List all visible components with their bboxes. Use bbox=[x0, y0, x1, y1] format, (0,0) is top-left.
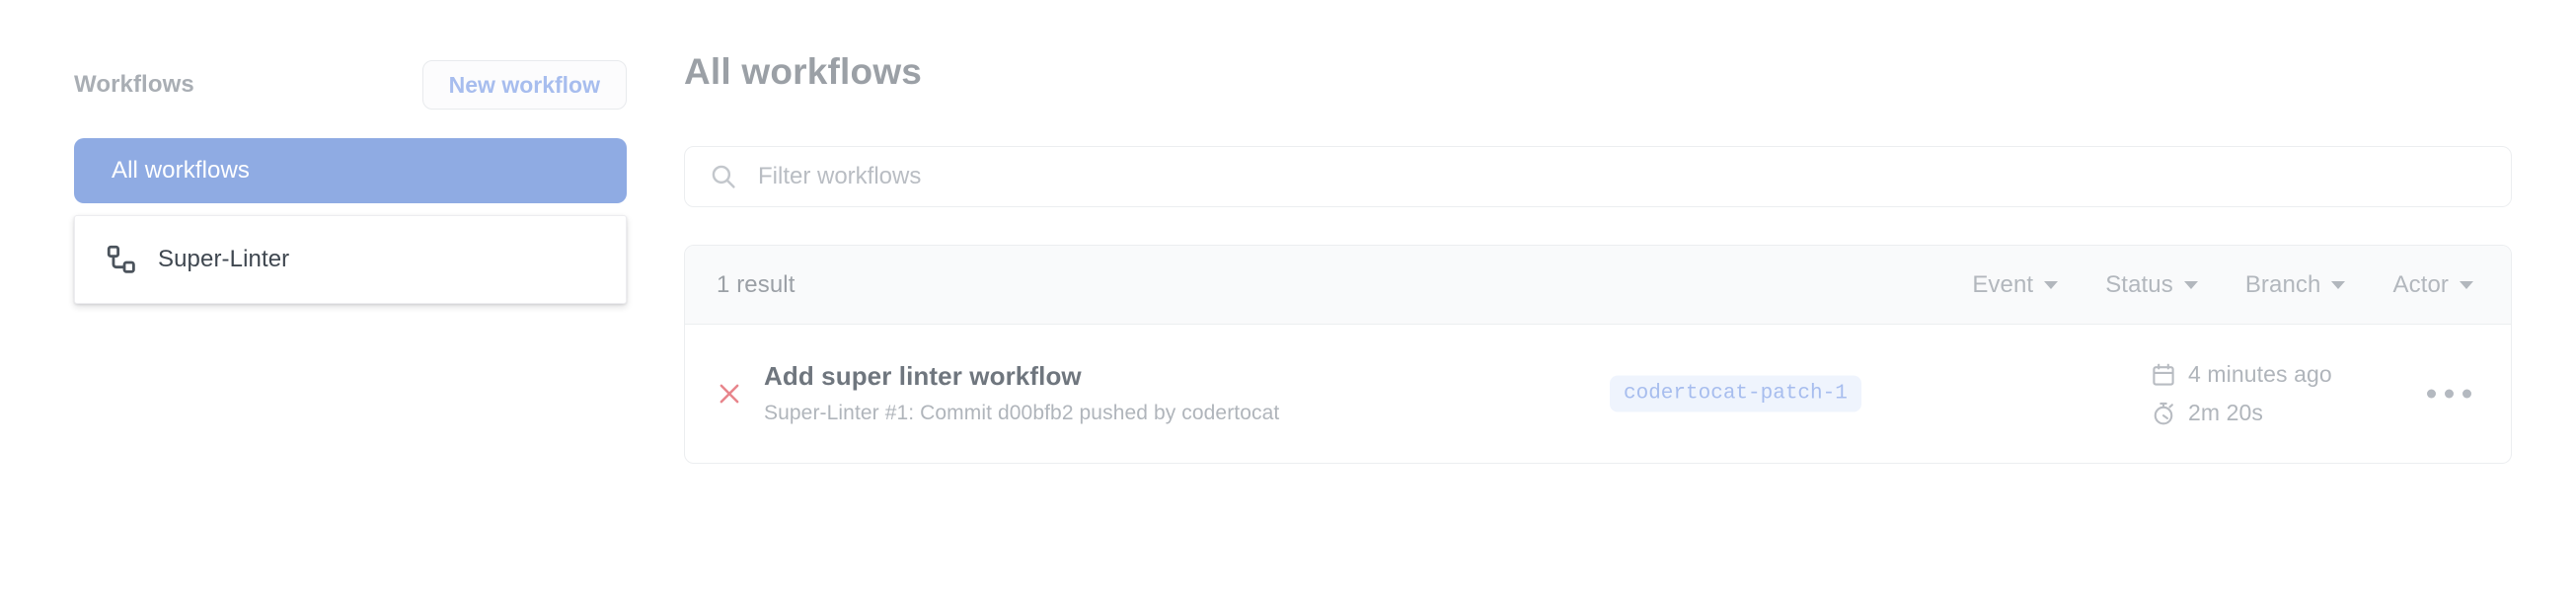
sidebar: Workflows New workflow All workflows Sup… bbox=[0, 0, 651, 596]
result-count: 1 result bbox=[717, 270, 796, 298]
sidebar-item-label: All workflows bbox=[112, 157, 250, 184]
x-icon bbox=[720, 384, 739, 404]
results-filters: Event Status Branch Actor bbox=[1972, 271, 2473, 299]
workflows-page: Workflows New workflow All workflows Sup… bbox=[0, 0, 2576, 596]
chevron-down-icon bbox=[2183, 280, 2198, 289]
run-text-block: Add super linter workflow Super-Linter #… bbox=[764, 361, 1280, 425]
workflow-icon bbox=[107, 245, 135, 273]
filter-branch[interactable]: Branch bbox=[2245, 271, 2346, 299]
main-content: All workflows 1 result Event Status bbox=[684, 0, 2520, 596]
filter-branch-label: Branch bbox=[2244, 270, 2321, 298]
run-title[interactable]: Add super linter workflow bbox=[764, 361, 1279, 392]
search-icon bbox=[712, 165, 735, 188]
page-title: All workflows bbox=[684, 51, 923, 92]
kebab-dot bbox=[2445, 389, 2454, 399]
filter-actor-label: Actor bbox=[2392, 270, 2449, 298]
filter-workflows-box[interactable] bbox=[684, 146, 2512, 207]
workflow-run-row[interactable]: Add super linter workflow Super-Linter #… bbox=[685, 325, 2511, 463]
kebab-dot bbox=[2427, 389, 2436, 399]
run-timestamp-label: 4 minutes ago bbox=[2188, 361, 2332, 387]
sidebar-header: Workflows New workflow bbox=[74, 57, 627, 112]
sidebar-list: All workflows Super-Linter bbox=[74, 138, 627, 304]
filter-event[interactable]: Event bbox=[1972, 270, 2059, 299]
branch-badge-wrap: codertocat-patch-1 bbox=[1610, 375, 1861, 412]
kebab-dot bbox=[2462, 389, 2471, 399]
calendar-icon bbox=[2153, 363, 2174, 386]
filter-status[interactable]: Status bbox=[2105, 271, 2198, 299]
stopwatch-icon bbox=[2154, 402, 2173, 424]
chevron-down-icon bbox=[2044, 280, 2059, 289]
run-subtitle: Super-Linter #1: Commit d00bfb2 pushed b… bbox=[764, 401, 1280, 424]
sidebar-item-label: Super-Linter bbox=[158, 246, 290, 272]
results-header: 1 result Event Status Branch Actor bbox=[685, 246, 2511, 325]
run-duration-label: 2m 20s bbox=[2188, 400, 2264, 425]
run-timestamp: 4 minutes ago bbox=[2152, 361, 2332, 388]
chevron-down-icon bbox=[2460, 280, 2473, 289]
run-duration: 2m 20s bbox=[2152, 400, 2332, 426]
sidebar-item-all-workflows[interactable]: All workflows bbox=[74, 138, 627, 203]
search-input[interactable] bbox=[758, 163, 2337, 190]
filter-status-label: Status bbox=[2105, 270, 2173, 298]
workflow-runs-card: 1 result Event Status Branch Actor Add s… bbox=[684, 245, 2512, 464]
filter-event-label: Event bbox=[1972, 270, 2034, 298]
kebab-icon[interactable] bbox=[2427, 389, 2471, 399]
branch-badge[interactable]: codertocat-patch-1 bbox=[1610, 375, 1861, 412]
new-workflow-button[interactable]: New workflow bbox=[421, 60, 627, 110]
chevron-down-icon bbox=[2331, 280, 2346, 289]
sidebar-title: Workflows bbox=[74, 71, 194, 98]
filter-actor[interactable]: Actor bbox=[2392, 271, 2473, 299]
sidebar-item-super-linter[interactable]: Super-Linter bbox=[74, 215, 627, 304]
run-meta: 4 minutes ago 2m 20s bbox=[2152, 361, 2332, 426]
